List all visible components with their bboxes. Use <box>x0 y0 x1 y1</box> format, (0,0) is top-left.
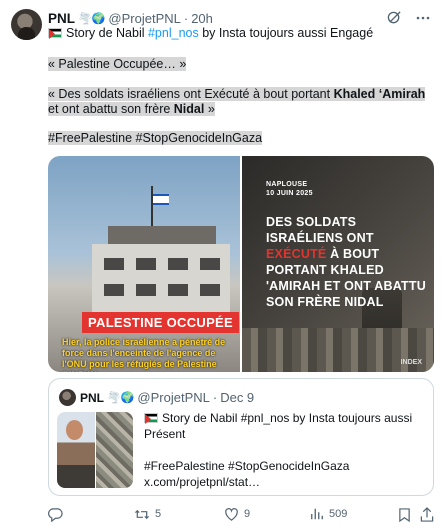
quoted-post-header: PNL 🌪️🌍 @ProjetPNL · Dec 9 <box>80 390 254 405</box>
quoted-author-handle[interactable]: @ProjetPNL <box>137 390 209 405</box>
quoted-author-name[interactable]: PNL <box>80 391 104 405</box>
post-line-1: Story de Nabil #pnl_nos by Insta toujour… <box>48 26 373 40</box>
more-options-icon[interactable] <box>416 16 430 20</box>
retweet-button[interactable]: 5 <box>134 505 161 523</box>
post-actions: 5 9 509 <box>48 505 434 523</box>
author-avatar[interactable] <box>11 9 42 40</box>
bookmark-icon <box>399 507 410 522</box>
quoted-thumb-left <box>57 412 95 488</box>
grok-icon[interactable] <box>387 10 402 25</box>
quoted-post[interactable]: PNL 🌪️🌍 @ProjetPNL · Dec 9 Story de Nabi… <box>48 378 434 496</box>
author-handle[interactable]: @ProjetPNL <box>108 11 180 26</box>
flag-pole <box>151 186 153 230</box>
like-button[interactable]: 9 <box>224 505 250 523</box>
reply-icon <box>48 507 63 522</box>
quoted-author-avatar[interactable] <box>59 389 76 406</box>
media-image-left[interactable]: PALESTINE OCCUPÉE Hier, la police israél… <box>48 156 240 372</box>
quoted-author-badges: 🌪️🌍 <box>107 392 135 404</box>
retweet-count: 5 <box>155 508 162 520</box>
views-count: 509 <box>329 508 348 520</box>
flag-on-roof <box>153 194 169 205</box>
media-right-date: NAPLOUSE 10 JUIN 2025 <box>266 181 313 197</box>
heart-icon <box>225 507 238 521</box>
quoted-hashtags: #FreePalestine #StopGenocideInGaza <box>144 459 350 473</box>
post-quote-body-text: « Des soldats israéliens ont Exécuté à b… <box>48 87 426 116</box>
post-time[interactable]: 20h <box>191 11 213 26</box>
quoted-post-time[interactable]: Dec 9 <box>220 390 254 405</box>
post-hashtags[interactable]: #FreePalestine #StopGenocideInGaza <box>48 131 263 145</box>
palestine-flag-icon <box>48 28 62 39</box>
post-quote-body: « Des soldats israéliens ont Exécuté à b… <box>48 87 438 117</box>
quoted-link: x.com/projetpnl/stat… <box>144 475 261 489</box>
views-button[interactable]: 509 <box>310 505 347 523</box>
retweet-icon <box>135 509 149 519</box>
bookmark-button[interactable] <box>398 505 411 523</box>
hashtag-link-pnl-nos[interactable]: #pnl_nos <box>148 26 199 40</box>
post-quote-title: « Palestine Occupée… » <box>48 57 187 71</box>
media-left-caption: Hier, la police israélienne a pénétré de… <box>62 337 226 372</box>
post-line-1-prefix: Story de Nabil <box>66 26 148 40</box>
separator-dot: · <box>212 390 218 405</box>
post-media[interactable]: PALESTINE OCCUPÉE Hier, la police israél… <box>48 156 434 372</box>
separator-dot: · <box>183 10 189 26</box>
media-left-banner: PALESTINE OCCUPÉE <box>82 312 239 333</box>
like-count: 9 <box>244 508 251 520</box>
media-image-right[interactable]: NAPLOUSE 10 JUIN 2025 DES SOLDATS ISRAÉLI… <box>242 156 434 372</box>
post-top-icons <box>387 10 430 25</box>
reply-button[interactable] <box>48 505 63 523</box>
post-line-1-suffix: by Insta toujours aussi Engagé <box>198 26 374 40</box>
quoted-thumb-right <box>95 412 133 488</box>
media-right-watermark: INDEX <box>400 359 422 366</box>
author-name[interactable]: PNL <box>48 11 75 26</box>
media-right-headline: DES SOLDATS ISRAÉLIENS ONT EXÉCUTÉ À BOU… <box>266 215 426 309</box>
share-button[interactable] <box>420 505 434 523</box>
building-roof <box>108 226 216 246</box>
share-icon <box>420 506 434 522</box>
views-icon <box>311 508 323 520</box>
quoted-line-1: Story de Nabil #pnl_nos by Insta toujour… <box>144 411 413 441</box>
quoted-post-text: Story de Nabil #pnl_nos by Insta toujour… <box>144 410 424 490</box>
post-header: PNL 🌪️🌍 @ProjetPNL · 20h <box>48 9 213 27</box>
author-badges: 🌪️🌍 <box>78 12 106 25</box>
quoted-post-thumbnail[interactable] <box>57 412 133 488</box>
palestine-flag-icon <box>144 413 158 424</box>
